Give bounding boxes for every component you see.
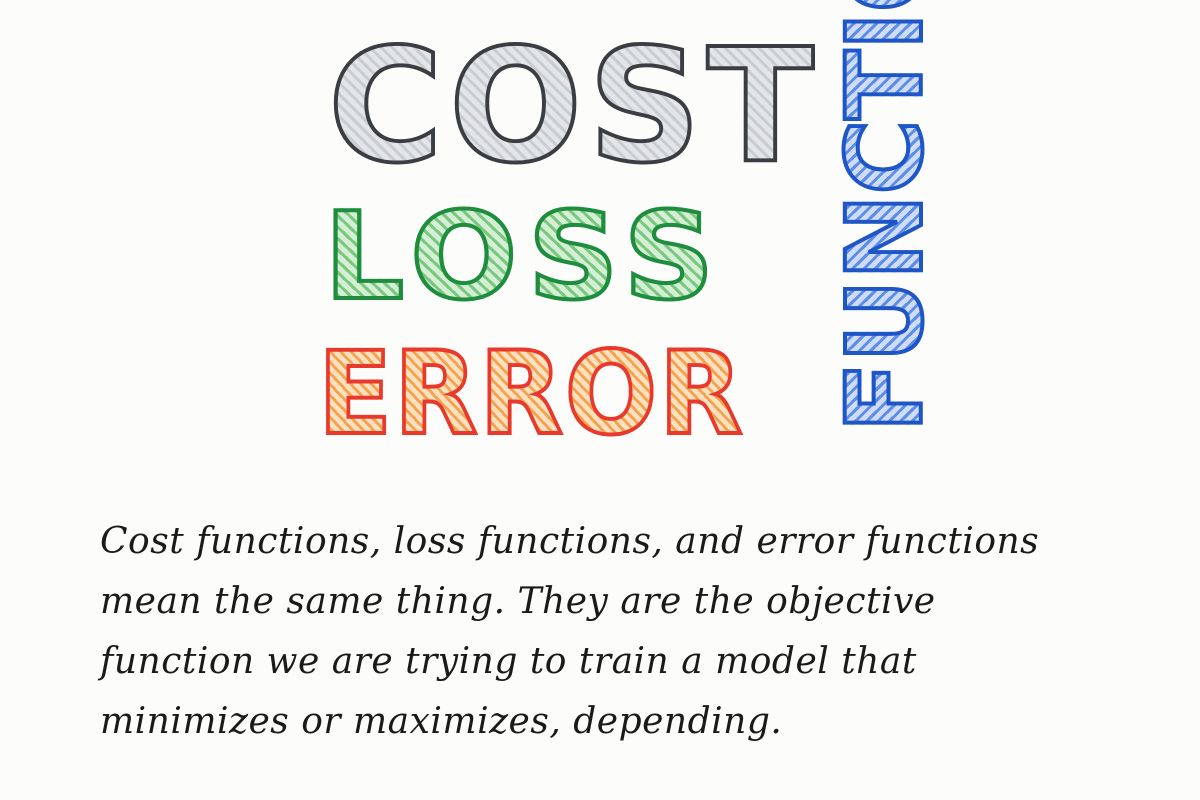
heading-function-vertical: FUNCTION [822, 0, 948, 434]
handwritten-note: Cost functions, loss functions, and erro… [100, 521, 1040, 742]
heading-cost: COST [326, 14, 820, 198]
heading-error: ERROR [316, 326, 745, 461]
sketch-card: COST LOSS ERROR FUNCTION Cost functions,… [0, 0, 1200, 800]
heading-loss: LOSS [322, 188, 725, 327]
